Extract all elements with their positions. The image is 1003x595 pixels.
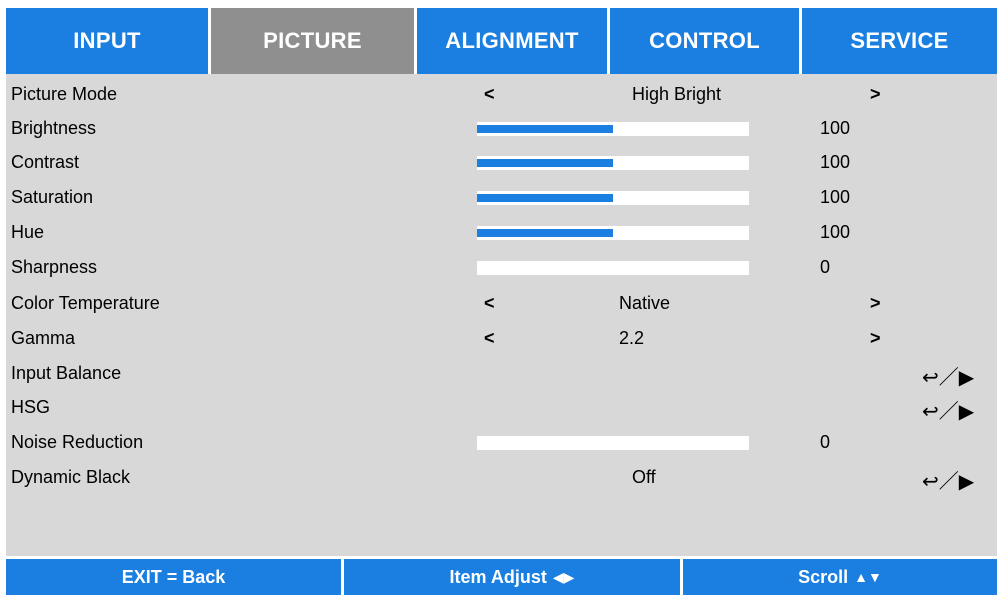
contrast-label: Contrast [11, 152, 80, 172]
noise-reduction-value: 0 [820, 432, 831, 452]
brightness-label: Brightness [11, 118, 97, 138]
tab-picture[interactable]: PICTURE [211, 8, 417, 74]
picture-mode-row[interactable]: Picture Mode < High Bright > [6, 77, 997, 111]
tab-input[interactable]: INPUT [6, 8, 211, 74]
color-temperature-value: Native [619, 293, 671, 313]
input-balance-label: Input Balance [11, 363, 122, 383]
picture-mode-value: High Bright [632, 84, 722, 104]
up-down-arrows-icon: ▲▼ [854, 569, 882, 585]
menu-tab-bar: INPUT PICTURE ALIGNMENT CONTROL SERVICE [6, 8, 997, 74]
saturation-slider-fill [477, 194, 613, 202]
saturation-slider[interactable] [477, 191, 749, 205]
enter-icon[interactable]: ↩／▶ [922, 395, 974, 424]
contrast-value: 100 [820, 152, 851, 172]
hsg-row[interactable]: HSG ↩／▶ [6, 390, 997, 424]
saturation-row[interactable]: Saturation 100 [6, 180, 997, 214]
hue-value: 100 [820, 222, 851, 242]
dynamic-black-row[interactable]: Dynamic Black Off ↩／▶ [6, 460, 997, 494]
gamma-prev-arrow[interactable]: < [484, 328, 495, 349]
scroll-label: Scroll [798, 566, 849, 587]
color-temperature-next-arrow[interactable]: > [870, 293, 881, 314]
contrast-slider[interactable] [477, 156, 749, 170]
saturation-label: Saturation [11, 187, 94, 207]
input-balance-row[interactable]: Input Balance ↩／▶ [6, 356, 997, 390]
contrast-row[interactable]: Contrast 100 [6, 145, 997, 179]
picture-mode-label: Picture Mode [11, 84, 118, 104]
sharpness-label: Sharpness [11, 257, 98, 277]
contrast-slider-fill [477, 159, 613, 167]
picture-mode-prev-arrow[interactable]: < [484, 84, 495, 105]
color-temperature-prev-arrow[interactable]: < [484, 293, 495, 314]
noise-reduction-row[interactable]: Noise Reduction 0 [6, 425, 997, 459]
hue-slider[interactable] [477, 226, 749, 240]
hue-row[interactable]: Hue 100 [6, 215, 997, 249]
enter-icon[interactable]: ↩／▶ [922, 361, 974, 390]
tab-control[interactable]: CONTROL [610, 8, 802, 74]
tab-service[interactable]: SERVICE [802, 8, 997, 74]
picture-settings-panel: Picture Mode < High Bright > Brightness … [6, 74, 997, 556]
gamma-value: 2.2 [619, 328, 645, 348]
color-temperature-row[interactable]: Color Temperature < Native > [6, 286, 997, 320]
dynamic-black-value: Off [632, 467, 656, 487]
tab-alignment[interactable]: ALIGNMENT [417, 8, 610, 74]
brightness-value: 100 [820, 118, 851, 138]
noise-reduction-label: Noise Reduction [11, 432, 144, 452]
exit-back-label: EXIT = Back [121, 566, 226, 587]
exit-back-hint[interactable]: EXIT = Back [6, 559, 344, 595]
left-right-arrows-icon: ◀▶ [552, 568, 575, 585]
dynamic-black-label: Dynamic Black [11, 467, 131, 487]
scroll-hint: Scroll ▲▼ [683, 559, 997, 595]
hue-slider-fill [477, 229, 613, 237]
noise-reduction-slider[interactable] [477, 436, 749, 450]
brightness-slider[interactable] [477, 122, 749, 136]
sharpness-row[interactable]: Sharpness 0 [6, 250, 997, 284]
sharpness-slider[interactable] [477, 261, 749, 275]
picture-mode-next-arrow[interactable]: > [870, 84, 881, 105]
sharpness-value: 0 [820, 257, 831, 277]
gamma-next-arrow[interactable]: > [870, 328, 881, 349]
footer-hint-bar: EXIT = Back Item Adjust ◀▶ Scroll ▲▼ [6, 559, 997, 595]
brightness-row[interactable]: Brightness 100 [6, 111, 997, 145]
gamma-row[interactable]: Gamma < 2.2 > [6, 321, 997, 355]
item-adjust-label: Item Adjust [449, 566, 547, 587]
enter-icon[interactable]: ↩／▶ [922, 465, 974, 494]
item-adjust-hint: Item Adjust ◀▶ [344, 559, 683, 595]
saturation-value: 100 [820, 187, 851, 207]
brightness-slider-fill [477, 125, 613, 133]
gamma-label: Gamma [11, 328, 76, 348]
hue-label: Hue [11, 222, 45, 242]
hsg-label: HSG [11, 397, 51, 417]
color-temperature-label: Color Temperature [11, 293, 160, 313]
